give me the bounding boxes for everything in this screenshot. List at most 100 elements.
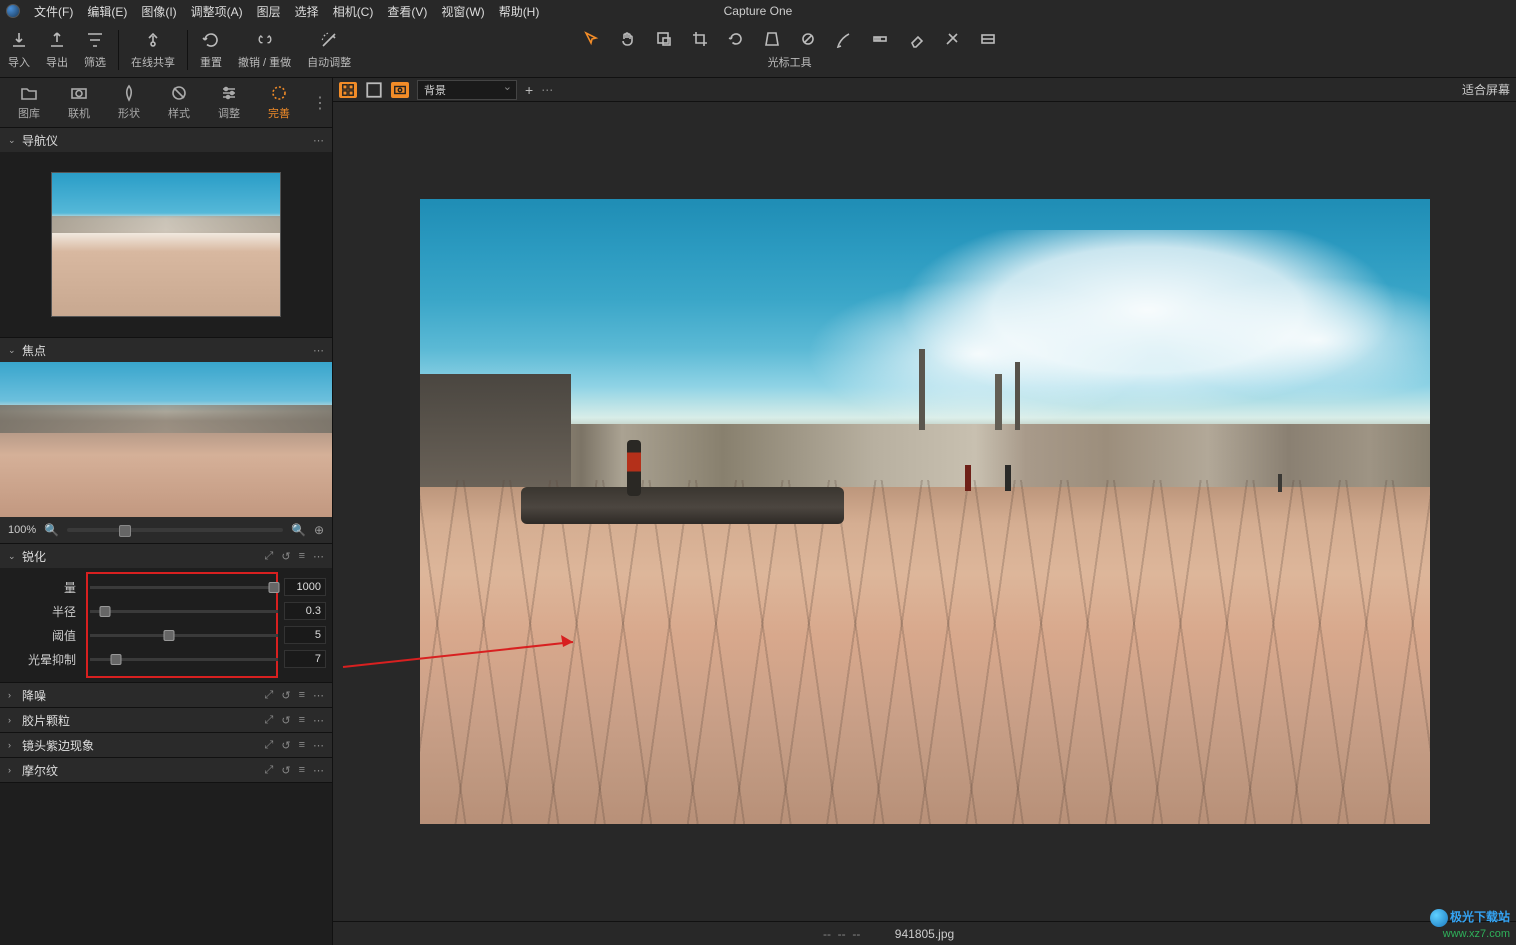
auto-adjust-button[interactable]: 自动调整 [307,30,351,70]
panel-preset-icon[interactable]: ≡ [299,764,305,777]
fit-screen-button[interactable]: 适合屏幕 [1462,81,1510,98]
navigator-preview[interactable] [0,152,332,337]
menu-select[interactable]: 选择 [295,3,319,20]
panel-menu-icon[interactable]: ⋯ [313,550,324,563]
loupe-tool-icon[interactable] [655,30,673,48]
menu-image[interactable]: 图像(I) [141,3,176,20]
slider-thumb[interactable] [163,630,174,641]
cursor-tools [583,30,997,48]
canvas[interactable] [333,102,1516,921]
menu-window[interactable]: 视窗(W) [441,3,484,20]
brush-tool-icon[interactable] [835,30,853,48]
slider-value[interactable]: 1000 [284,578,326,596]
panel-reset-icon[interactable]: ↺ [281,550,290,563]
layer-menu-icon[interactable]: ⋯ [541,83,553,97]
tab-adjust[interactable]: 调整 [204,78,254,127]
panel-expand-icon[interactable]: ⤢ [265,739,274,752]
zoom-out-icon[interactable]: 🔍 [44,523,59,537]
panel-reset-icon[interactable]: ↺ [281,764,290,777]
slider-value[interactable]: 0.3 [284,602,326,620]
undo-redo-button[interactable]: 撤销 / 重做 [238,30,291,70]
panel-menu-icon[interactable]: ⋯ [313,764,324,777]
tab-refine[interactable]: 完善 [254,78,304,127]
tab-library[interactable]: 图库 [4,78,54,127]
layer-select[interactable]: 背景 [417,80,517,100]
panel-preset-icon[interactable]: ≡ [299,714,305,727]
export-button[interactable]: 导出 [46,30,68,70]
navigator-header[interactable]: ⌄ 导航仪 ⋯ [0,128,332,152]
panel-expand-icon[interactable]: ⤢ [265,689,274,702]
panel-menu-icon[interactable]: ⋯ [313,689,324,702]
add-layer-icon[interactable]: + [525,82,533,98]
heal-tool-icon[interactable] [943,30,961,48]
grain-title: 胶片颗粒 [22,712,265,729]
import-button[interactable]: 导入 [8,30,30,70]
panel-expand-icon[interactable]: ⤢ [265,764,274,777]
slider-track[interactable] [90,658,278,661]
zoom-picker-icon[interactable]: ⊕ [314,523,324,537]
slider-track[interactable] [90,610,278,613]
menu-file[interactable]: 文件(F) [34,3,73,20]
view-single-icon[interactable] [365,82,383,98]
menu-view[interactable]: 查看(V) [387,3,427,20]
panel-expand-icon[interactable]: ⤢ [265,550,274,563]
panel-expand-icon[interactable]: ⤢ [265,714,274,727]
menu-help[interactable]: 帮助(H) [499,3,540,20]
reset-button[interactable]: 重置 [200,30,222,70]
slider-track[interactable] [90,634,278,637]
tab-style[interactable]: 样式 [154,78,204,127]
view-grid-icon[interactable] [339,82,357,98]
slider-track[interactable] [90,586,278,589]
import-icon [9,30,29,50]
slider-thumb[interactable] [269,582,280,593]
moire-header[interactable]: › 摩尔纹 ⤢↺≡⋯ [0,758,332,782]
sharpening-header[interactable]: ⌄ 锐化 ⤢ ↺ ≡ ⋯ [0,544,332,568]
slider-value[interactable]: 7 [284,650,326,668]
share-label: 在线共享 [131,54,175,70]
rotate-tool-icon[interactable] [727,30,745,48]
spot-tool-icon[interactable] [799,30,817,48]
annotate-tool-icon[interactable] [979,30,997,48]
panel-menu-icon[interactable]: ⋯ [313,344,324,357]
panel-preset-icon[interactable]: ≡ [299,689,305,702]
fringe-header[interactable]: › 镜头紫边现象 ⤢↺≡⋯ [0,733,332,757]
zoom-slider[interactable] [67,528,283,532]
slider-label: 半径 [6,603,84,620]
menu-camera[interactable]: 相机(C) [333,3,374,20]
focus-preview[interactable] [0,362,332,517]
slider-value[interactable]: 5 [284,626,326,644]
slider-thumb[interactable] [100,606,111,617]
panel-reset-icon[interactable]: ↺ [281,739,290,752]
menu-layer[interactable]: 图层 [257,3,281,20]
menu-adjust[interactable]: 调整项(A) [191,3,243,20]
slider-label: 阈值 [6,627,84,644]
tab-tether[interactable]: 联机 [54,78,104,127]
keystone-tool-icon[interactable] [763,30,781,48]
view-proof-icon[interactable] [391,82,409,98]
tab-adjust-label: 调整 [218,105,240,121]
filter-button[interactable]: 筛选 [84,30,106,70]
panel-preset-icon[interactable]: ≡ [299,550,305,563]
tooltabs-more-icon[interactable]: ⋮ [304,93,333,113]
slider-thumb[interactable] [111,654,122,665]
gradient-tool-icon[interactable] [871,30,889,48]
panel-reset-icon[interactable]: ↺ [281,714,290,727]
share-icon [143,30,163,50]
grain-header[interactable]: › 胶片颗粒 ⤢↺≡⋯ [0,708,332,732]
panel-menu-icon[interactable]: ⋯ [313,714,324,727]
share-button[interactable]: 在线共享 [131,30,175,70]
pointer-tool-icon[interactable] [583,30,601,48]
eraser-tool-icon[interactable] [907,30,925,48]
panel-reset-icon[interactable]: ↺ [281,689,290,702]
menu-edit[interactable]: 编辑(E) [87,3,127,20]
zoom-in-icon[interactable]: 🔍 [291,523,306,537]
tab-shape[interactable]: 形状 [104,78,154,127]
panel-menu-icon[interactable]: ⋯ [313,739,324,752]
focus-header[interactable]: ⌄ 焦点 ⋯ [0,338,332,362]
crop-tool-icon[interactable] [691,30,709,48]
noise-header[interactable]: › 降噪 ⤢↺≡⋯ [0,683,332,707]
panel-menu-icon[interactable]: ⋯ [313,134,324,147]
hand-tool-icon[interactable] [619,30,637,48]
viewer-toolbar: 背景 + ⋯ 适合屏幕 [333,78,1516,102]
panel-preset-icon[interactable]: ≡ [299,739,305,752]
